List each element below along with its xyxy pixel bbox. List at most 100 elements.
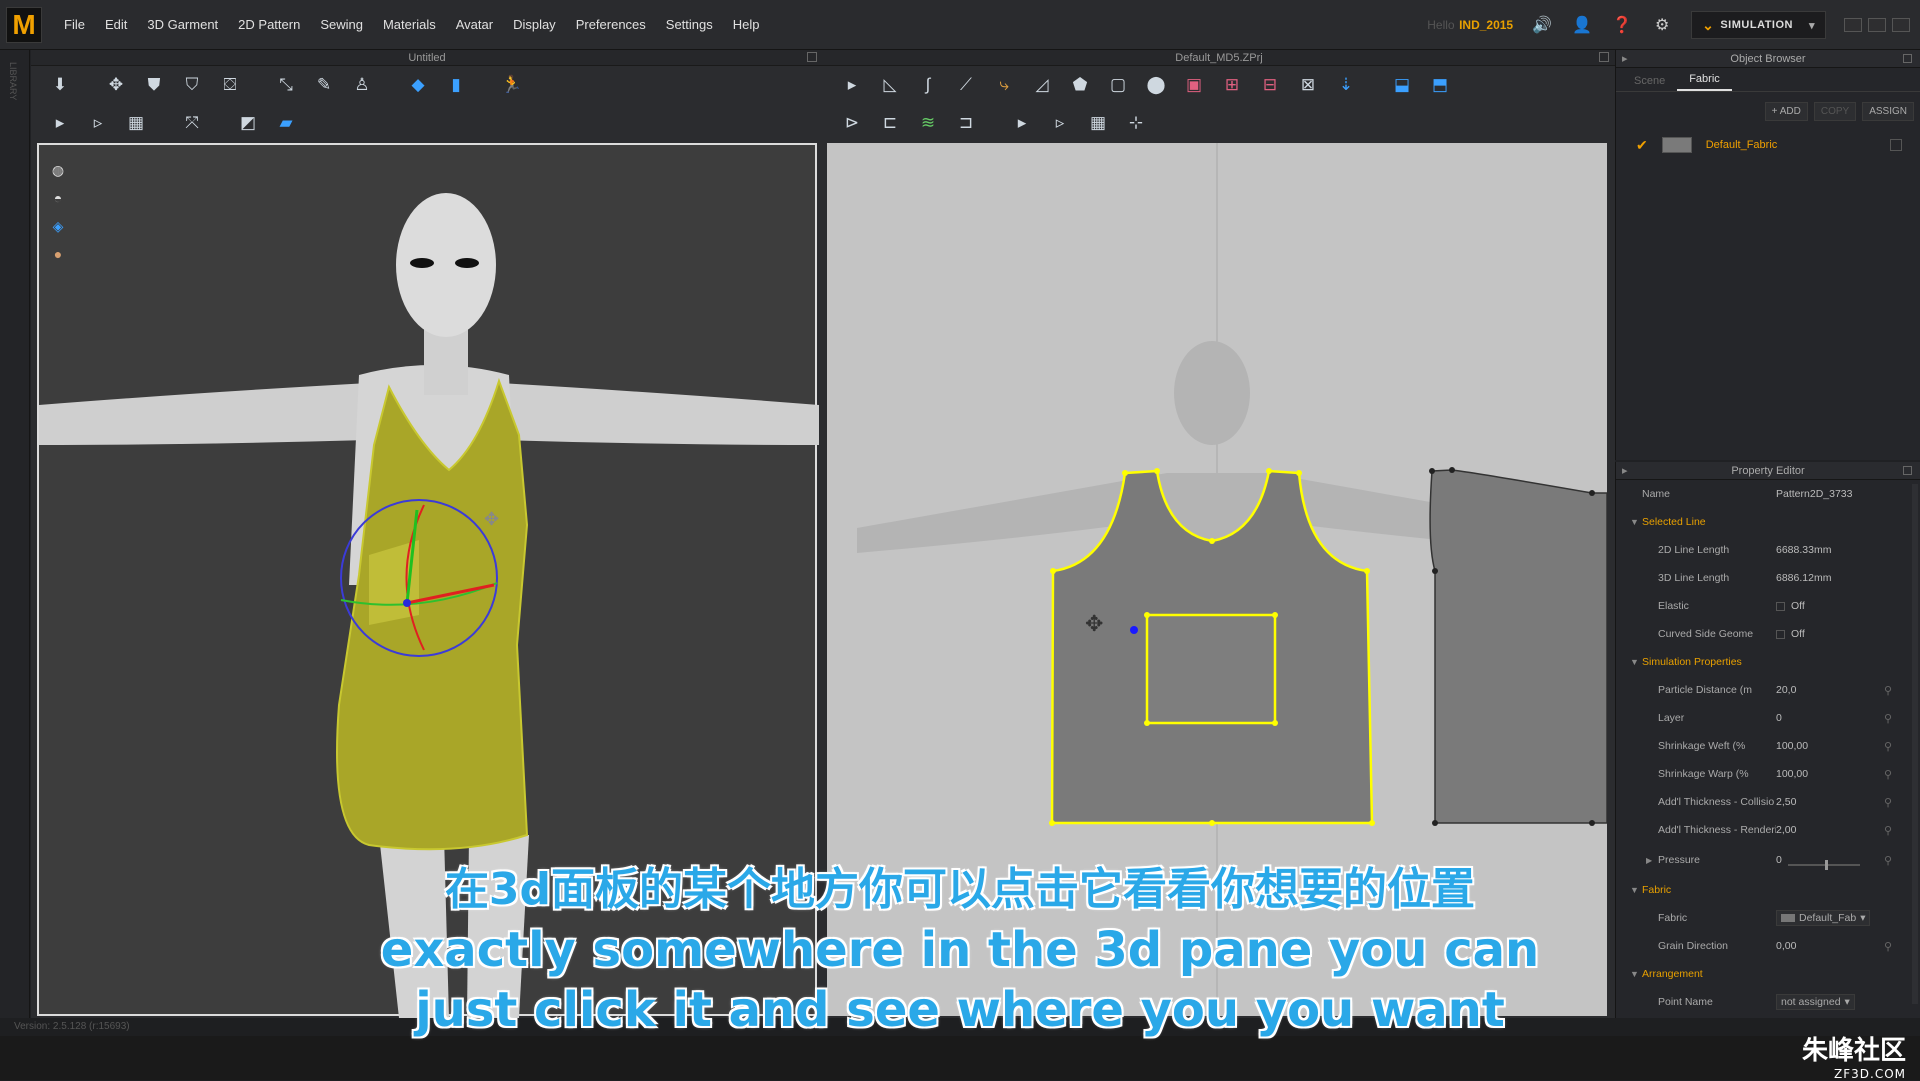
prop-value[interactable]: 100,00: [1776, 740, 1920, 752]
grid-tool-icon[interactable]: ▦: [121, 109, 151, 137]
prop-value[interactable]: 0: [1776, 712, 1920, 724]
free-sewing-icon[interactable]: ⊏: [875, 109, 905, 137]
pin-icon[interactable]: ⚲: [1884, 824, 1892, 837]
prop-value[interactable]: 20,0: [1776, 684, 1920, 696]
user-name[interactable]: IND_2015: [1459, 18, 1513, 32]
library-strip[interactable]: LIBRARY: [0, 50, 30, 1025]
curvature-icon[interactable]: ⤷: [989, 71, 1019, 99]
graphic-tool-icon[interactable]: ▰: [271, 109, 301, 137]
prop-value[interactable]: 100,00: [1776, 768, 1920, 780]
menu-help[interactable]: Help: [723, 17, 770, 32]
close-icon[interactable]: [1892, 18, 1910, 32]
fabric-options-icon[interactable]: [1890, 139, 1902, 151]
pin-icon[interactable]: ⚲: [1884, 768, 1892, 781]
dropdown-tool-icon[interactable]: ⬇: [45, 71, 75, 99]
grid-edit-icon[interactable]: ▦: [1083, 109, 1113, 137]
segment-tool-icon[interactable]: ▸: [45, 109, 75, 137]
collapse-arrow-icon[interactable]: ▸: [1622, 50, 1628, 68]
avatar-pose-icon[interactable]: ♙: [347, 71, 377, 99]
menu-materials[interactable]: Materials: [373, 17, 446, 32]
menu-3d-garment[interactable]: 3D Garment: [137, 17, 228, 32]
circle-icon[interactable]: ⬤: [1141, 71, 1171, 99]
rectangle-icon[interactable]: ▢: [1103, 71, 1133, 99]
tack-icon[interactable]: ⤡: [271, 71, 301, 99]
copy-button[interactable]: COPY: [1813, 102, 1857, 121]
menu-preferences[interactable]: Preferences: [566, 17, 656, 32]
user-icon[interactable]: 👤: [1571, 14, 1593, 36]
fold-icon[interactable]: ⬒: [1425, 71, 1455, 99]
add-button[interactable]: + ADD: [1764, 102, 1808, 121]
checkbox[interactable]: [1776, 601, 1785, 611]
expand-icon[interactable]: [1903, 466, 1912, 475]
polygon-icon[interactable]: ⬟: [1065, 71, 1095, 99]
pin-icon[interactable]: ⚲: [1884, 740, 1892, 753]
arrangement-point-icon[interactable]: ◆: [403, 71, 433, 99]
help-icon[interactable]: ❓: [1611, 14, 1633, 36]
point-name-select[interactable]: not assigned ▾: [1776, 994, 1855, 1010]
fabric-select[interactable]: Default_Fab ▾: [1776, 910, 1871, 926]
dart-icon[interactable]: ⊠: [1293, 71, 1323, 99]
prop-value[interactable]: 2,50: [1776, 796, 1920, 808]
m-n-sewing-icon[interactable]: ≋: [913, 109, 943, 137]
texture-tool-icon[interactable]: ◩: [233, 109, 263, 137]
graphic-edit-icon[interactable]: ▹: [1045, 109, 1075, 137]
pin-icon[interactable]: ⚲: [1884, 796, 1892, 809]
edit-curve-point-icon[interactable]: ∫: [913, 71, 943, 99]
settings-icon[interactable]: ⚙: [1651, 14, 1673, 36]
edit-pattern-icon[interactable]: ◺: [875, 71, 905, 99]
prop-value[interactable]: 2,00: [1776, 824, 1920, 836]
add-point-icon[interactable]: ⟋: [951, 71, 981, 99]
pin-icon[interactable]: ⚲: [1884, 854, 1892, 867]
pin-icon[interactable]: ⚲: [1884, 940, 1892, 953]
menu-edit[interactable]: Edit: [95, 17, 137, 32]
menu-display[interactable]: Display: [503, 17, 566, 32]
property-scrollbar[interactable]: [1912, 484, 1918, 1004]
minimize-icon[interactable]: [1844, 18, 1862, 32]
internal-polygon-icon[interactable]: ▣: [1179, 71, 1209, 99]
menu-settings[interactable]: Settings: [656, 17, 723, 32]
tab-scene[interactable]: Scene: [1622, 71, 1677, 91]
transform-pattern-icon[interactable]: ▸: [837, 71, 867, 99]
arrangement-shape-icon[interactable]: ▮: [441, 71, 471, 99]
viewport-3d[interactable]: ◍ ◓ ◈ ● ✥: [37, 143, 819, 1018]
section-fabric[interactable]: ▼ Fabric: [1616, 876, 1920, 904]
select-move-icon[interactable]: ✥: [101, 71, 131, 99]
fabric-list-item[interactable]: ✔ Default_Fabric: [1616, 133, 1920, 157]
notch-icon[interactable]: ⬓: [1387, 71, 1417, 99]
section-simulation-properties[interactable]: ▼ Simulation Properties: [1616, 648, 1920, 676]
elastic-toggle[interactable]: Off: [1776, 600, 1920, 612]
trace-tool-icon[interactable]: ▹: [83, 109, 113, 137]
pin-icon[interactable]: ✎: [309, 71, 339, 99]
pin-icon[interactable]: ⚲: [1884, 684, 1892, 697]
measure-tool-icon[interactable]: ⤧: [177, 109, 207, 137]
segment-sewing-icon[interactable]: ⊳: [837, 109, 867, 137]
curved-side-toggle[interactable]: Off: [1776, 628, 1920, 640]
collapse-arrow-icon[interactable]: ▸: [1622, 462, 1628, 480]
pressure-slider[interactable]: [1788, 860, 1860, 870]
checkbox[interactable]: [1776, 629, 1785, 639]
menu-sewing[interactable]: Sewing: [310, 17, 373, 32]
cut-curve-icon[interactable]: ◿: [1027, 71, 1057, 99]
tab-fabric[interactable]: Fabric: [1677, 69, 1732, 91]
internal-rectangle-icon[interactable]: ⊞: [1217, 71, 1247, 99]
simulation-mode-button[interactable]: ⌄ SIMULATION ▾: [1691, 11, 1826, 39]
check-sewing-icon[interactable]: ⊐: [951, 109, 981, 137]
prop-value[interactable]: 0,00: [1776, 940, 1920, 952]
menu-2d-pattern[interactable]: 2D Pattern: [228, 17, 310, 32]
slider-knob[interactable]: [1825, 860, 1829, 870]
expand-icon[interactable]: [1903, 54, 1912, 63]
menu-file[interactable]: File: [54, 17, 95, 32]
assign-button[interactable]: ASSIGN: [1862, 102, 1914, 121]
internal-circle-icon[interactable]: ⊟: [1255, 71, 1285, 99]
annotation-icon[interactable]: ⊹: [1121, 109, 1151, 137]
viewport-2d[interactable]: ✥: [827, 143, 1607, 1016]
garment-fit-icon[interactable]: ⛋: [215, 71, 245, 99]
pin-icon[interactable]: ⚲: [1884, 712, 1892, 725]
select-mesh-icon[interactable]: ⛊: [139, 71, 169, 99]
prop-value[interactable]: Pattern2D_3733: [1776, 488, 1920, 500]
trace-icon[interactable]: ⇣: [1331, 71, 1361, 99]
fold-arrangement-icon[interactable]: ⛉: [177, 71, 207, 99]
expand-icon[interactable]: [1599, 52, 1609, 62]
section-arrangement[interactable]: ▼ Arrangement: [1616, 960, 1920, 988]
expand-icon[interactable]: [807, 52, 817, 62]
